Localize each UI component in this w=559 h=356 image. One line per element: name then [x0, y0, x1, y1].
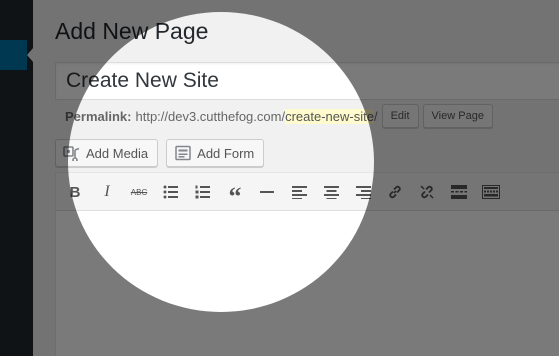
align-center-button[interactable]: [321, 182, 341, 202]
content-editor: B I ABC “: [55, 172, 559, 356]
add-form-label: Add Form: [197, 145, 255, 161]
permalink-slug[interactable]: create-new-site: [285, 108, 374, 124]
strikethrough-icon: ABC: [130, 187, 148, 197]
align-right-button[interactable]: [353, 182, 373, 202]
italic-icon: I: [104, 183, 110, 200]
align-left-button[interactable]: [289, 182, 309, 202]
bulleted-list-button[interactable]: [161, 182, 181, 202]
form-icon: [174, 144, 192, 162]
numbered-list-icon: [195, 185, 210, 199]
media-buttons: Add Media Add Form: [55, 139, 265, 167]
sidebar-item-pages[interactable]: [0, 40, 27, 70]
permalink-base-url: http://dev3.cutthefog.com/: [135, 108, 286, 124]
strikethrough-button[interactable]: ABC: [129, 182, 149, 202]
link-icon: [389, 185, 401, 199]
blockquote-icon: “: [228, 182, 242, 211]
bold-button[interactable]: B: [65, 182, 85, 202]
admin-sidebar: [0, 0, 34, 356]
edit-permalink-button[interactable]: Edit: [381, 104, 419, 128]
toolbar-toggle-button[interactable]: [481, 182, 501, 202]
editor-toolbar: B I ABC “: [56, 173, 559, 211]
post-title-input[interactable]: [55, 62, 559, 100]
unlink-icon: [420, 185, 434, 199]
media-icon: [63, 144, 81, 162]
blockquote-button[interactable]: “: [225, 182, 245, 210]
bulleted-list-icon: [163, 185, 178, 199]
add-form-button[interactable]: Add Form: [166, 139, 265, 167]
insert-link-button[interactable]: [385, 182, 405, 202]
horizontal-line-button[interactable]: [257, 182, 277, 202]
bold-icon: B: [69, 183, 81, 201]
horizontal-line-icon: [260, 191, 274, 193]
permalink-trailing-slash: /: [373, 108, 378, 124]
editor-content-area[interactable]: [56, 211, 559, 356]
page-title: Add New Page: [55, 18, 209, 44]
read-more-button[interactable]: [449, 182, 469, 202]
align-right-icon: [355, 185, 371, 199]
read-more-icon: [451, 185, 467, 199]
align-left-icon: [291, 185, 307, 199]
keyboard-icon: [482, 185, 500, 199]
permalink-label: Permalink:: [65, 108, 132, 124]
add-media-button[interactable]: Add Media: [55, 139, 159, 167]
add-media-label: Add Media: [86, 145, 149, 161]
main-content: Add New Page Permalink: http://dev3.cutt…: [33, 0, 559, 356]
view-page-button[interactable]: View Page: [422, 104, 493, 128]
numbered-list-button[interactable]: [193, 182, 213, 202]
italic-button[interactable]: I: [97, 182, 117, 202]
align-center-icon: [323, 185, 339, 199]
remove-link-button[interactable]: [417, 182, 437, 202]
permalink-row: Permalink: http://dev3.cutthefog.com/cre…: [65, 103, 493, 129]
